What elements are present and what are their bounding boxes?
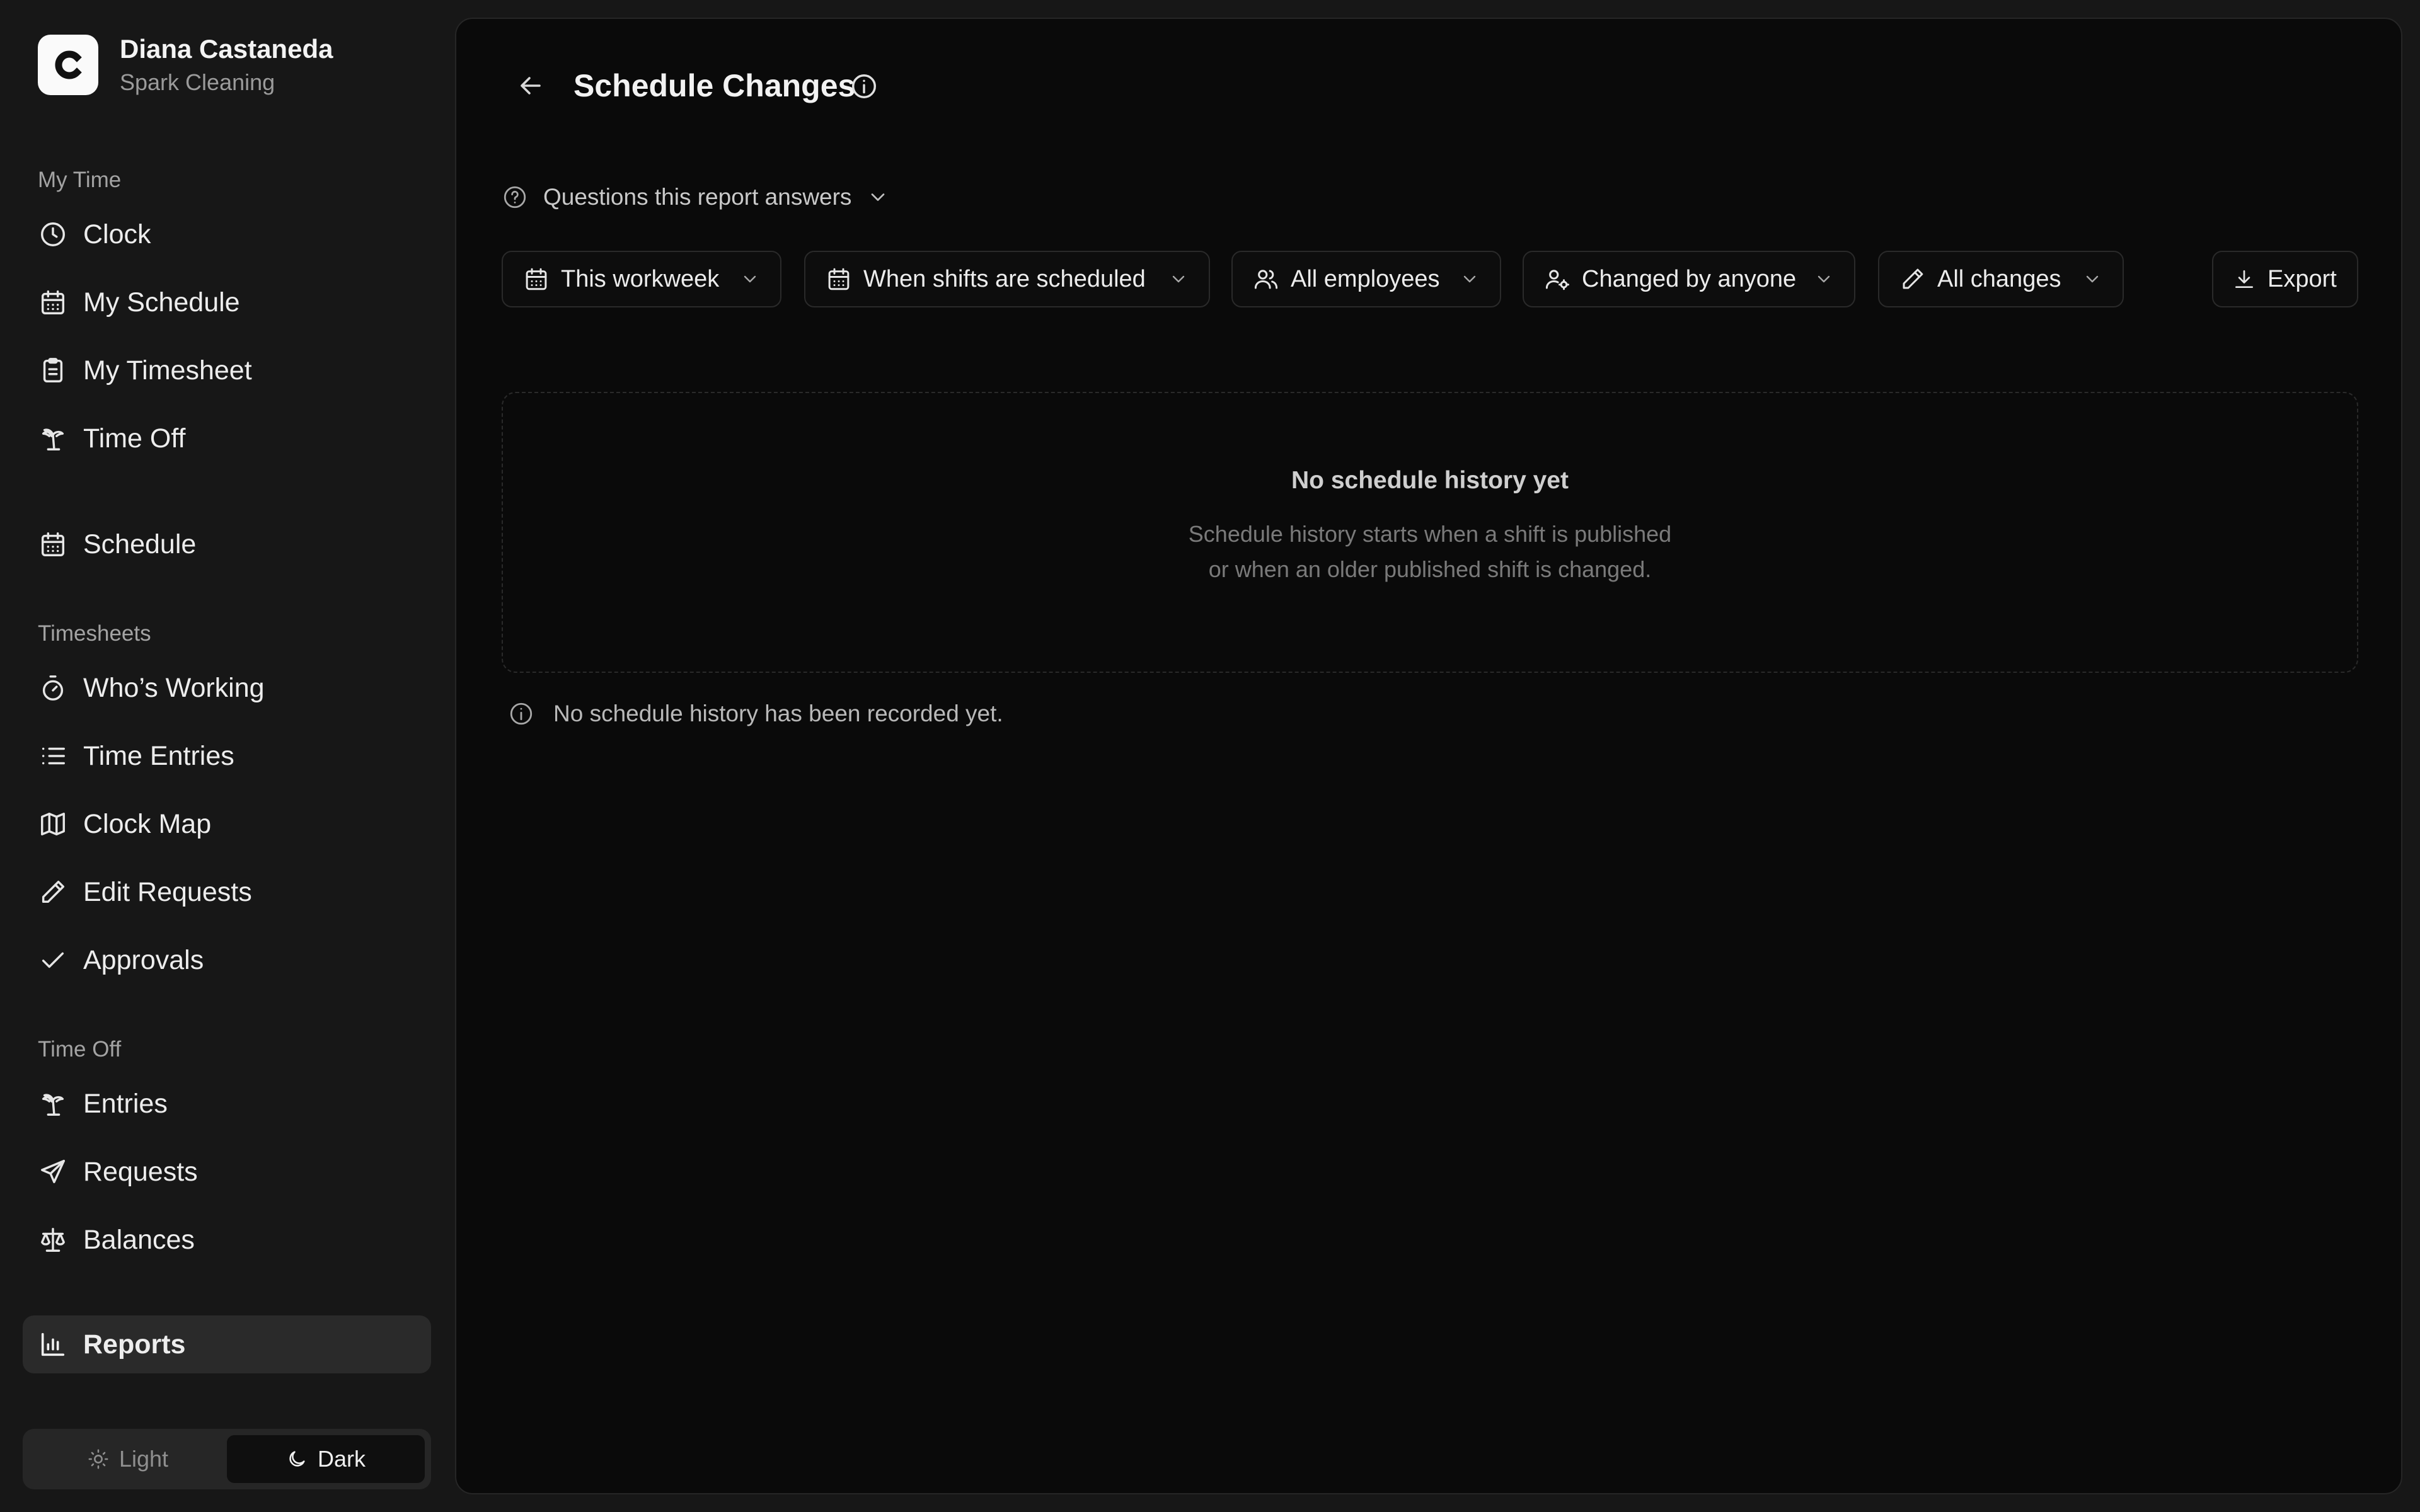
page-title: Schedule Changes [573,68,856,103]
sidebar-item-clock-map[interactable]: Clock Map [23,795,431,853]
main-panel: Schedule Changes Questions this report a… [455,18,2402,1494]
sidebar-item-clock[interactable]: Clock [23,205,431,263]
sidebar-item-label: Approvals [83,945,204,975]
sidebar: Diana Castaneda Spark Cleaning My Time C… [0,0,455,1512]
user-cog-icon [1545,270,1569,290]
sidebar-item-requests[interactable]: Requests [23,1143,431,1201]
changed-by-filter-value: Changed by anyone [1582,265,1797,292]
palm-tree-icon [38,1089,68,1119]
sidebar-item-reports[interactable]: Reports [23,1315,431,1373]
list-icon [38,741,68,771]
chevron-down-icon [872,193,885,201]
sidebar-item-label: Balances [83,1225,195,1255]
employees-filter[interactable]: All employees [1231,251,1501,307]
theme-dark-label: Dark [317,1446,366,1472]
help-circle-icon [504,186,526,209]
history-note-text: No schedule history has been recorded ye… [553,701,1003,726]
date-basis-filter-value: When shifts are scheduled [863,265,1146,292]
sidebar-item-entries[interactable]: Entries [23,1075,431,1133]
period-filter-value: This workweek [561,265,720,292]
sidebar-item-my-timesheet[interactable]: My Timesheet [23,341,431,399]
sidebar-item-label: Time Off [83,423,186,454]
calendar-icon [38,529,68,559]
change-type-filter-value: All changes [1937,265,2061,292]
logo-c-icon [55,50,82,79]
calendar-icon [38,287,68,318]
sidebar-item-label: Clock [83,219,151,249]
sidebar-item-approvals[interactable]: Approvals [23,931,431,989]
calendar-icon [828,268,850,290]
section-label-timesheets: Timesheets [38,621,151,646]
sidebar-item-schedule[interactable]: Schedule [23,515,431,573]
questions-label: Questions this report answers [543,184,852,210]
employees-filter-value: All employees [1291,265,1440,292]
chevron-down-icon [1172,275,1185,283]
sidebar-item-edit-requests[interactable]: Edit Requests [23,863,431,921]
period-filter[interactable]: This workweek [502,251,781,307]
sidebar-item-label: My Timesheet [83,355,252,386]
user-name: Diana Castaneda [120,34,333,64]
section-label-my-time: My Time [38,168,122,192]
account-switcher[interactable]: Diana Castaneda Spark Cleaning [38,33,333,97]
chevron-down-icon [1463,275,1476,283]
history-note: No schedule history has been recorded ye… [508,701,1003,727]
sidebar-item-whos-working[interactable]: Who’s Working [23,659,431,717]
moon-icon [289,1451,305,1467]
sidebar-item-my-schedule[interactable]: My Schedule [23,273,431,331]
bar-chart-icon [38,1329,68,1360]
empty-state-description-line: or when an older published shift is chan… [1208,556,1652,582]
sidebar-item-label: Clock Map [83,809,212,839]
sidebar-item-time-entries[interactable]: Time Entries [23,727,431,785]
sidebar-item-label: My Schedule [83,287,240,318]
export-button[interactable]: Export [2212,251,2358,307]
date-basis-filter[interactable]: When shifts are scheduled [804,251,1210,307]
info-icon[interactable] [850,72,879,101]
sidebar-item-label: Who’s Working [83,673,265,703]
theme-toggle: Light Dark [23,1429,431,1489]
app-root: Diana Castaneda Spark Cleaning My Time C… [0,0,2420,1512]
sidebar-item-balances[interactable]: Balances [23,1211,431,1269]
pencil-icon [38,877,68,907]
map-icon [38,809,68,839]
theme-light-label: Light [118,1446,169,1472]
empty-state-title: No schedule history yet [1291,467,1569,494]
check-icon [38,945,68,975]
questions-disclosure[interactable]: Questions this report answers [502,184,889,210]
chevron-down-icon [744,275,756,283]
sidebar-item-label: Edit Requests [83,877,252,907]
stopwatch-icon [38,673,68,703]
section-label-time-off: Time Off [38,1037,122,1062]
clock-icon [38,219,68,249]
company-logo [38,35,98,95]
chevron-down-icon [2086,275,2099,283]
pencil-icon [1903,268,1923,289]
sidebar-item-label: Entries [83,1089,168,1119]
theme-dark-button[interactable]: Dark [227,1435,425,1483]
sidebar-item-label: Schedule [83,529,197,559]
changed-by-filter[interactable]: Changed by anyone [1523,251,1855,307]
palm-tree-icon [38,423,68,454]
arrow-left-icon [521,77,541,94]
scale-icon [38,1225,68,1255]
download-icon [2235,270,2254,289]
sidebar-item-label: Requests [83,1157,198,1187]
chevron-down-icon [1818,275,1830,283]
empty-state-description-line: Schedule history starts when a shift is … [1188,521,1672,547]
sidebar-item-label: Time Entries [83,741,234,771]
export-label: Export [2267,265,2337,292]
back-button[interactable] [499,54,562,117]
organization-name: Spark Cleaning [120,69,275,95]
info-icon [510,702,533,725]
sun-icon [88,1449,108,1469]
clipboard-list-icon [38,355,68,386]
users-icon [1254,270,1278,289]
theme-light-button[interactable]: Light [29,1435,227,1483]
empty-state: No schedule history yet Schedule history… [502,392,2358,673]
change-type-filter[interactable]: All changes [1878,251,2124,307]
sidebar-item-time-off[interactable]: Time Off [23,410,431,467]
send-icon [38,1157,68,1187]
calendar-icon [526,268,547,290]
empty-state-description: Schedule history starts when a shift is … [503,517,2357,587]
sidebar-item-label: Reports [83,1329,186,1360]
